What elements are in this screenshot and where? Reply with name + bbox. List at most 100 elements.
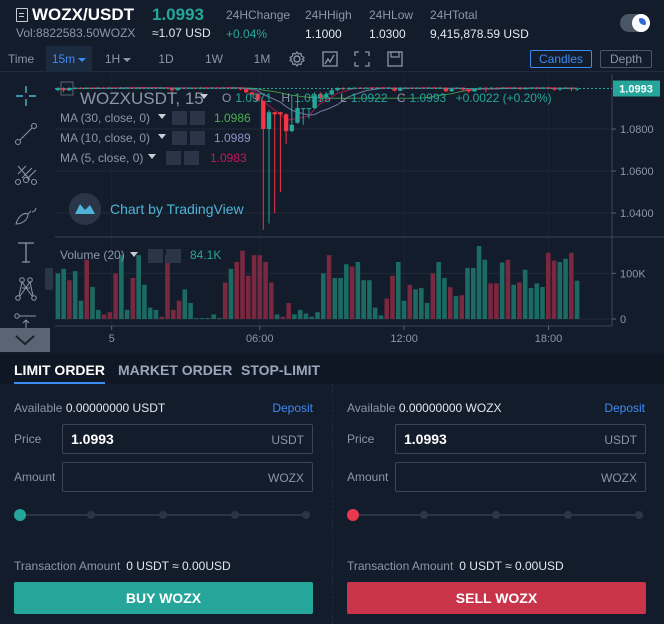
slider-step-50[interactable] (159, 511, 167, 519)
slider-step-50[interactable] (492, 511, 500, 519)
candle (272, 111, 277, 214)
slider-step-100[interactable] (302, 511, 310, 519)
amount-slider[interactable] (14, 508, 314, 522)
candle (261, 100, 266, 230)
stat-24h-high: 24HHigh 1.1000 (305, 8, 352, 41)
amount-field[interactable]: WOZX (62, 462, 313, 492)
candle (335, 87, 340, 92)
volume-bar (557, 261, 563, 319)
slider-step-75[interactable] (564, 511, 572, 519)
slider-handle[interactable] (14, 509, 26, 521)
price-input[interactable] (404, 425, 594, 453)
collapse-tools-button[interactable] (0, 328, 50, 352)
buy-button[interactable]: BUY WOZX (14, 582, 313, 614)
slider-handle[interactable] (347, 509, 359, 521)
candle-body (289, 124, 294, 132)
volume-bar (234, 261, 240, 319)
remove-x-icon (166, 249, 181, 263)
slider-step-25[interactable] (87, 511, 95, 519)
volume-bar (245, 275, 251, 319)
volume-bar (274, 314, 280, 319)
interval-1w[interactable]: 1W (200, 46, 228, 72)
stat-value: 1.0300 (369, 27, 406, 41)
tab-market-order[interactable]: MARKET ORDER (118, 362, 232, 378)
stat-label: 24HLow (369, 8, 414, 22)
tab-stop-limit[interactable]: STOP-LIMIT (241, 362, 320, 378)
volume-bar (355, 261, 361, 319)
candle-body (449, 88, 454, 92)
amount-label: Amount (14, 470, 56, 484)
volume-bar (257, 255, 263, 319)
interval-15m[interactable]: 15m (46, 46, 92, 72)
volume-bar (142, 284, 147, 319)
deposit-link[interactable]: Deposit (604, 401, 645, 415)
volume-bar (528, 287, 534, 319)
volume-bar (344, 264, 349, 319)
sell-button[interactable]: SELL WOZX (347, 582, 646, 614)
amount-field[interactable]: WOZX (395, 462, 646, 492)
indicator-icon[interactable] (321, 50, 339, 68)
deposit-link[interactable]: Deposit (272, 401, 313, 415)
txn-value: 0 USDT ≈ 0.00USD (126, 559, 231, 573)
indicator-label: MA (5, close, 0) (60, 151, 143, 165)
chevron-down-icon (148, 154, 156, 159)
amount-input[interactable] (71, 463, 261, 491)
fullscreen-icon[interactable] (353, 50, 371, 68)
ohlc-legend: O 1.0971 H 1.0995 L 1.0922 C 1.0993 +0.0022 … (222, 91, 552, 105)
volume-bar (170, 309, 176, 319)
remove-x-icon (190, 131, 205, 145)
interval-1h[interactable]: 1H (98, 46, 138, 72)
settings-gear-icon (148, 249, 163, 263)
transaction-amount: Transaction Amount 0 USDT ≈ 0.00USD (14, 559, 231, 573)
view-depth[interactable]: Depth (600, 50, 652, 68)
chevron-down-icon (158, 114, 166, 119)
volume-bar (430, 273, 436, 319)
crosshair-icon[interactable] (12, 82, 40, 110)
view-candles[interactable]: Candles (530, 50, 592, 68)
candlestick-chart[interactable]: 1.0993 1.0800 1.0600 1.0400 100K 0 5 06:00 12… (50, 74, 664, 352)
pattern-icon[interactable] (12, 274, 40, 302)
candle-body (306, 108, 312, 110)
remove-x-icon (184, 151, 199, 165)
interval-1m[interactable]: 1M (248, 46, 276, 72)
volume-bar (390, 275, 395, 319)
volume-bar (395, 261, 401, 319)
volume-bar (499, 262, 505, 319)
price-field[interactable]: USDT (62, 424, 313, 454)
slider-step-75[interactable] (231, 511, 239, 519)
candle (569, 87, 574, 92)
volume-bar (78, 300, 84, 319)
buy-form: Available 0.00000000 USDT Deposit Price … (0, 384, 332, 624)
volume-bar (488, 283, 493, 319)
amount-slider[interactable] (347, 508, 647, 522)
volume-bar (563, 258, 568, 319)
price-input[interactable] (71, 425, 261, 453)
time-axis-ticks: 5 06:00 12:00 18:00 (109, 326, 562, 345)
settings-gear-icon (172, 131, 187, 145)
volume-bar (436, 261, 441, 319)
volume-bar (419, 287, 424, 319)
volume-bar (292, 314, 297, 319)
theme-toggle[interactable] (620, 14, 650, 32)
slider-step-100[interactable] (635, 511, 643, 519)
watermark-text: Chart by TradingView (110, 201, 244, 217)
price-field[interactable]: USDT (395, 424, 646, 454)
text-icon[interactable] (12, 238, 40, 266)
available-balance: Available 0.00000000 WOZX (347, 401, 502, 415)
document-icon (16, 8, 28, 22)
trend-line-icon[interactable] (12, 120, 40, 148)
volume-bar (136, 255, 141, 319)
brush-icon[interactable] (12, 200, 40, 228)
pitchfork-icon[interactable] (12, 160, 40, 188)
interval-1d[interactable]: 1D (152, 46, 180, 72)
save-icon[interactable] (386, 50, 404, 68)
pair-title[interactable]: WOZX/USDT (16, 5, 134, 25)
gear-icon[interactable] (288, 50, 306, 68)
volume-bar (130, 277, 136, 319)
volume-bar (476, 246, 482, 319)
volume-bar (67, 280, 72, 319)
amount-input[interactable] (404, 463, 594, 491)
slider-step-25[interactable] (420, 511, 428, 519)
stat-24h-low: 24HLow 1.0300 (369, 8, 413, 41)
tab-limit-order[interactable]: LIMIT ORDER (14, 362, 105, 384)
